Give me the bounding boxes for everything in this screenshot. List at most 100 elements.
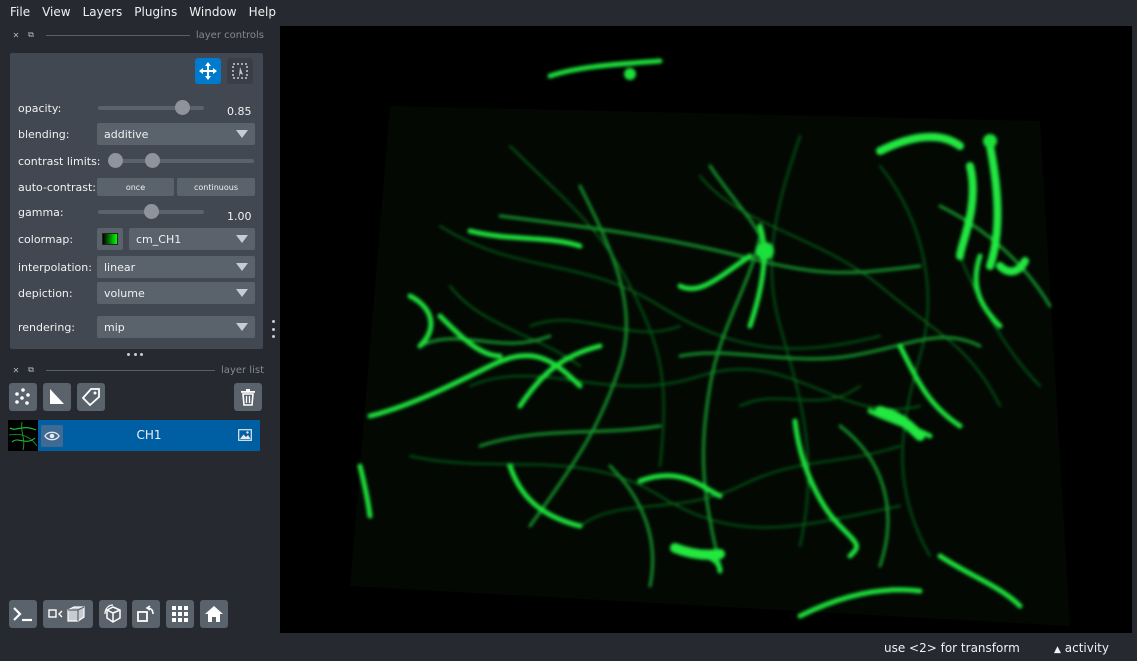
interpolation-select[interactable]: linear xyxy=(97,256,255,278)
contrast-limits-row: contrast limits: xyxy=(18,150,258,172)
console-icon xyxy=(13,607,32,622)
blending-select[interactable]: additive xyxy=(97,123,255,145)
new-labels-layer-button[interactable] xyxy=(77,383,105,411)
ndisplay-toggle-button[interactable] xyxy=(43,600,93,628)
layer-thumbnail xyxy=(8,420,38,451)
home-icon xyxy=(205,606,223,622)
thumbnail-image xyxy=(8,421,38,451)
new-shapes-layer-button[interactable] xyxy=(43,383,71,411)
status-hint: use <2> for transform xyxy=(884,641,1020,655)
transpose-dims-button[interactable] xyxy=(132,600,160,628)
contrast-limits-label: contrast limits: xyxy=(18,154,101,168)
transform-icon xyxy=(232,63,248,79)
labels-tag-icon xyxy=(81,388,100,407)
title-divider xyxy=(46,369,216,371)
menu-plugins[interactable]: Plugins xyxy=(128,0,183,24)
gamma-row: gamma: 1.00 xyxy=(18,201,258,223)
interpolation-label: interpolation: xyxy=(18,260,92,274)
layer-selected-row[interactable]: CH1 xyxy=(38,420,260,451)
menu-help[interactable]: Help xyxy=(243,0,282,24)
blending-value: additive xyxy=(104,127,149,141)
depiction-row: depiction: volume xyxy=(18,282,258,304)
volume-render[interactable] xyxy=(280,26,1132,633)
roll-dims-icon xyxy=(104,604,121,623)
chevron-down-icon xyxy=(236,323,248,331)
layer-list-titlebar: ✕ ⧉ layer list xyxy=(10,360,264,380)
reset-view-button[interactable] xyxy=(200,600,228,628)
transpose-icon xyxy=(137,605,154,622)
gamma-label: gamma: xyxy=(18,205,64,219)
image-layer-icon xyxy=(238,429,252,441)
opacity-slider[interactable] xyxy=(98,100,204,115)
dock-float-icon[interactable]: ⧉ xyxy=(25,30,37,40)
auto-contrast-label: auto-contrast: xyxy=(18,180,97,194)
opacity-value: 0.85 xyxy=(227,105,252,118)
interpolation-row: interpolation: linear xyxy=(18,256,258,278)
layer-controls-panel: opacity: 0.85 blending: additive contras… xyxy=(10,53,263,349)
shapes-icon xyxy=(50,389,64,404)
activity-toggle[interactable]: ▲ activity xyxy=(1054,641,1109,655)
dock-resize-handle-vertical[interactable] xyxy=(271,320,275,338)
blending-row: blending: additive xyxy=(18,123,258,145)
layer-controls-title: layer controls xyxy=(195,29,264,41)
colormap-select[interactable]: cm_CH1 xyxy=(129,228,255,250)
colormap-value: cm_CH1 xyxy=(136,232,182,246)
menu-file[interactable]: File xyxy=(4,0,36,24)
gamma-slider[interactable] xyxy=(98,204,204,219)
layer-name[interactable]: CH1 xyxy=(38,420,260,451)
roll-dims-button[interactable] xyxy=(99,600,127,628)
interpolation-value: linear xyxy=(104,260,136,274)
rendering-label: rendering: xyxy=(18,320,76,334)
gamma-slider-thumb[interactable] xyxy=(143,204,159,219)
menu-window[interactable]: Window xyxy=(183,0,242,24)
depiction-value: volume xyxy=(104,286,145,300)
ndisplay-3d-icon xyxy=(48,606,85,622)
colormap-gradient xyxy=(102,233,118,245)
contrast-low-thumb[interactable] xyxy=(108,153,123,168)
move-arrows-icon xyxy=(199,62,217,80)
dock-close-icon[interactable]: ✕ xyxy=(10,365,22,375)
menu-view[interactable]: View xyxy=(36,0,76,24)
chevron-down-icon xyxy=(236,130,248,138)
title-divider xyxy=(46,34,190,36)
colormap-row: colormap: cm_CH1 xyxy=(18,228,258,250)
activity-label: activity xyxy=(1064,641,1109,655)
chevron-down-icon xyxy=(236,289,248,297)
rendering-select[interactable]: mip xyxy=(97,316,255,338)
colormap-label: colormap: xyxy=(18,232,74,246)
opacity-slider-thumb[interactable] xyxy=(175,100,191,115)
grid-icon xyxy=(172,606,188,622)
menu-layers[interactable]: Layers xyxy=(77,0,129,24)
chevron-down-icon xyxy=(236,235,248,243)
rendering-value: mip xyxy=(104,320,125,334)
trash-icon xyxy=(241,389,255,406)
layer-controls-titlebar: ✕ ⧉ layer controls xyxy=(10,25,264,45)
points-icon xyxy=(15,388,30,405)
colormap-swatch[interactable] xyxy=(97,228,123,250)
rendering-row: rendering: mip xyxy=(18,316,258,338)
auto-contrast-continuous-button[interactable]: continuous xyxy=(177,178,255,196)
menu-bar: File View Layers Plugins Window Help xyxy=(0,0,1137,24)
viewer-canvas[interactable] xyxy=(280,26,1132,633)
pan-zoom-button[interactable] xyxy=(195,58,221,84)
auto-contrast-row: auto-contrast: once continuous xyxy=(18,176,258,198)
blending-label: blending: xyxy=(18,127,70,141)
dock-float-icon[interactable]: ⧉ xyxy=(25,365,37,375)
auto-contrast-once-button[interactable]: once xyxy=(97,178,174,196)
grid-view-button[interactable] xyxy=(166,600,194,628)
depiction-label: depiction: xyxy=(18,286,73,300)
opacity-row: opacity: 0.85 xyxy=(18,97,258,119)
contrast-high-thumb[interactable] xyxy=(144,153,160,168)
caret-up-icon: ▲ xyxy=(1054,645,1061,655)
layer-list-item[interactable]: CH1 xyxy=(8,420,261,451)
chevron-down-icon xyxy=(236,263,248,271)
delete-layer-button[interactable] xyxy=(234,383,262,411)
console-button[interactable] xyxy=(9,600,37,628)
opacity-label: opacity: xyxy=(18,101,62,115)
new-points-layer-button[interactable] xyxy=(9,383,37,411)
transform-button[interactable] xyxy=(227,58,253,84)
dock-close-icon[interactable]: ✕ xyxy=(10,30,22,40)
contrast-limits-slider[interactable] xyxy=(108,153,254,168)
depiction-select[interactable]: volume xyxy=(97,282,255,304)
dock-resize-handle-horizontal[interactable] xyxy=(127,353,143,357)
